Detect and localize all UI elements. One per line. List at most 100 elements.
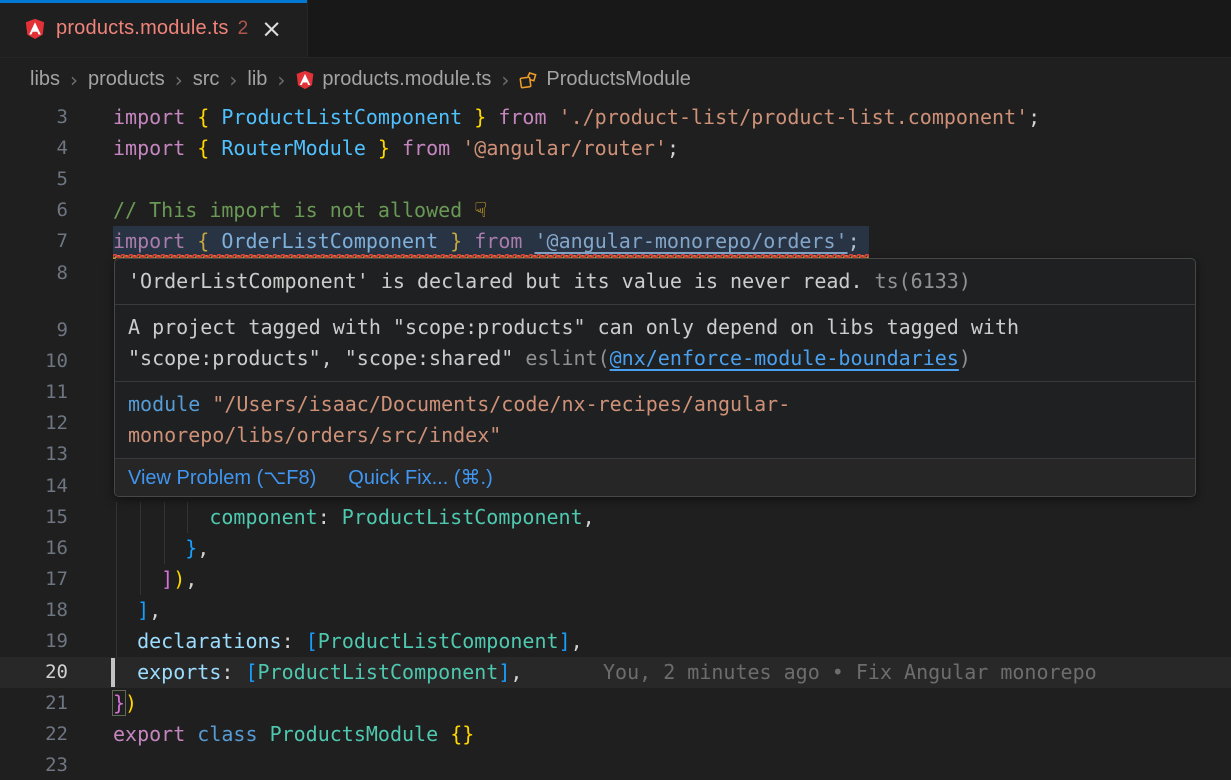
line-number[interactable]: 10 [0, 346, 68, 377]
line-number[interactable]: 11 [0, 377, 68, 408]
code-token: , [571, 629, 583, 653]
tab-bar: products.module.ts 2 × [0, 0, 1231, 58]
hover-message: 'OrderListComponent' is declared but its… [115, 259, 1195, 305]
code-token: ] [559, 629, 571, 653]
code-token: ☟ [474, 198, 487, 222]
line-number[interactable]: 16 [0, 533, 68, 564]
angular-icon [24, 18, 46, 40]
breadcrumb-separator-icon: › [277, 68, 285, 92]
code-text[interactable]: import { ProductListComponent } from './… [113, 102, 1040, 133]
code-line-18[interactable]: 18 ], [0, 595, 1231, 626]
code-text[interactable]: ], [113, 595, 161, 626]
code-line-17[interactable]: 17 ]), [0, 564, 1231, 595]
breadcrumb-item-lib[interactable]: lib [247, 68, 267, 91]
code-token [113, 567, 161, 591]
code-line-23[interactable]: 23 [0, 750, 1231, 780]
tab-close-icon[interactable]: × [261, 16, 282, 41]
code-token: ] [498, 660, 510, 684]
code-line-19[interactable]: 19 declarations: [ProductListComponent], [0, 626, 1231, 657]
breadcrumb-label: libs [30, 68, 60, 91]
code-text[interactable]: import { OrderListComponent } from '@ang… [113, 226, 860, 257]
code-token: } [185, 536, 197, 560]
breadcrumb-label: products.module.ts [322, 68, 491, 91]
line-number[interactable]: 9 [0, 315, 68, 346]
code-text[interactable]: export class ProductsModule {} [113, 719, 474, 750]
code-token: [ [306, 629, 318, 653]
code-text[interactable]: component: ProductListComponent, [113, 502, 595, 533]
code-token: import [113, 105, 185, 129]
code-line-6[interactable]: 6 // This import is not allowed ☟ [0, 195, 1231, 226]
code-token: ProductListComponent [209, 105, 474, 129]
breadcrumb-item-libs[interactable]: libs [30, 68, 60, 91]
breadcrumb-item-src[interactable]: src [193, 68, 220, 91]
line-number[interactable]: 8 [0, 258, 68, 289]
code-token [486, 105, 498, 129]
eslint-rule-link[interactable]: @nx/enforce-module-boundaries [610, 346, 959, 370]
breadcrumb-item-productsmodule[interactable]: ProductsModule [519, 68, 691, 91]
code-token: // This import is not allowed [113, 198, 474, 222]
code-token: , [197, 536, 209, 560]
code-token: exports [137, 660, 221, 684]
code-text[interactable]: ]), [113, 564, 197, 595]
code-token: ; [1028, 105, 1040, 129]
code-token: {} [450, 722, 474, 746]
code-text[interactable]: import { RouterModule } from '@angular/r… [113, 133, 679, 164]
hover-text: module [128, 392, 200, 416]
line-number[interactable]: 4 [0, 133, 68, 164]
line-number[interactable]: 23 [0, 750, 68, 780]
code-token: } [474, 105, 486, 129]
code-token: import [113, 136, 185, 160]
code-token: ProductListComponent [342, 505, 583, 529]
code-token: class [197, 722, 257, 746]
line-number[interactable]: 22 [0, 719, 68, 750]
breadcrumb-label: ProductsModule [546, 68, 691, 91]
code-text[interactable]: }, [113, 533, 209, 564]
line-number[interactable]: 13 [0, 439, 68, 470]
code-token: ProductListComponent [318, 629, 559, 653]
line-number[interactable]: 14 [0, 471, 68, 502]
active-tab-indicator [0, 0, 307, 3]
code-token [113, 629, 137, 653]
code-line-7[interactable]: 7 import { OrderListComponent } from '@an… [0, 226, 1231, 257]
code-token: { [197, 229, 209, 253]
breadcrumb-item-products-module-ts[interactable]: products.module.ts [295, 68, 491, 91]
code-token: } [113, 691, 125, 715]
code-text[interactable]: }) [113, 688, 137, 719]
tab-products-module[interactable]: products.module.ts 2 × [0, 0, 308, 57]
view-problem-link[interactable]: View Problem (⌥F8) [128, 465, 316, 490]
line-number[interactable]: 15 [0, 502, 68, 533]
code-token: declarations [137, 629, 282, 653]
code-token: './product-list/product-list.component' [559, 105, 1029, 129]
code-token [113, 660, 137, 684]
code-text[interactable]: declarations: [ProductListComponent], [113, 626, 583, 657]
angular-icon [295, 70, 315, 90]
line-number[interactable]: 7 [0, 226, 68, 257]
line-number[interactable]: 12 [0, 408, 68, 439]
code-line-4[interactable]: 4 import { RouterModule } from '@angular/… [0, 133, 1231, 164]
code-token: from [498, 105, 546, 129]
code-line-21[interactable]: 21}) [0, 688, 1231, 719]
breadcrumb-item-products[interactable]: products [88, 68, 165, 91]
quick-fix-link[interactable]: Quick Fix... (⌘.) [348, 465, 492, 490]
code-line-16[interactable]: 16 }, [0, 533, 1231, 564]
breadcrumb-label: products [88, 68, 165, 91]
line-number[interactable]: 17 [0, 564, 68, 595]
code-token: , [185, 567, 197, 591]
code-line-22[interactable]: 22 export class ProductsModule {} [0, 719, 1231, 750]
line-number[interactable]: 18 [0, 595, 68, 626]
breadcrumb-separator-icon: › [175, 68, 183, 92]
line-number[interactable]: 3 [0, 102, 68, 133]
line-number[interactable]: 5 [0, 164, 68, 195]
code-text[interactable]: exports: [ProductListComponent], [113, 657, 522, 688]
code-line-20[interactable]: 20 exports: [ProductListComponent],You, … [0, 657, 1231, 688]
code-line-5[interactable]: 5 [0, 164, 1231, 195]
line-number[interactable]: 19 [0, 626, 68, 657]
hover-text: 'OrderListComponent' is declared but its… [128, 269, 863, 293]
code-line-3[interactable]: 3 import { ProductListComponent } from '.… [0, 102, 1231, 133]
line-number[interactable]: 20 [0, 657, 68, 688]
code-text[interactable]: // This import is not allowed ☟ [113, 195, 487, 226]
code-line-15[interactable]: 15 component: ProductListComponent, [0, 502, 1231, 533]
line-number[interactable]: 21 [0, 688, 68, 719]
line-number[interactable]: 6 [0, 195, 68, 226]
breadcrumb-separator-icon: › [70, 68, 78, 92]
